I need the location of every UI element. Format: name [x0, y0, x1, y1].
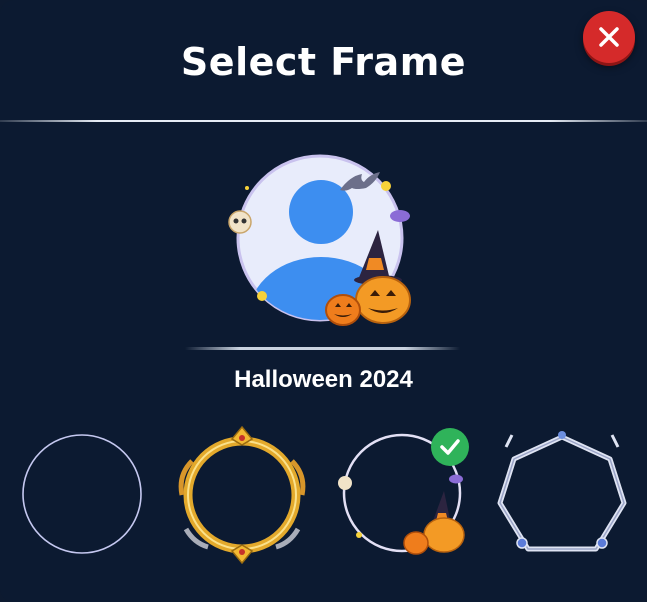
- user-avatar-icon: [228, 154, 411, 326]
- checkmark-icon: [440, 439, 460, 455]
- frame-preview: [220, 150, 430, 335]
- header-divider: [0, 120, 647, 122]
- frame-option-none[interactable]: [12, 425, 152, 565]
- selected-frame-name: Halloween 2024: [234, 366, 413, 393]
- preview-divider: [185, 347, 460, 350]
- silver-ornate-frame-icon: [497, 431, 627, 552]
- select-frame-dialog: Select Frame Halloween 2024: [0, 0, 647, 602]
- dialog-title: Select Frame: [180, 40, 467, 84]
- close-button[interactable]: [583, 11, 635, 63]
- frame-option-silver[interactable]: [492, 425, 632, 565]
- golden-ornate-frame-icon: [178, 425, 306, 565]
- frame-option-golden[interactable]: [172, 425, 312, 565]
- selected-check-badge: [431, 428, 469, 466]
- plain-circle-frame-icon: [22, 434, 142, 554]
- close-icon: [599, 27, 619, 47]
